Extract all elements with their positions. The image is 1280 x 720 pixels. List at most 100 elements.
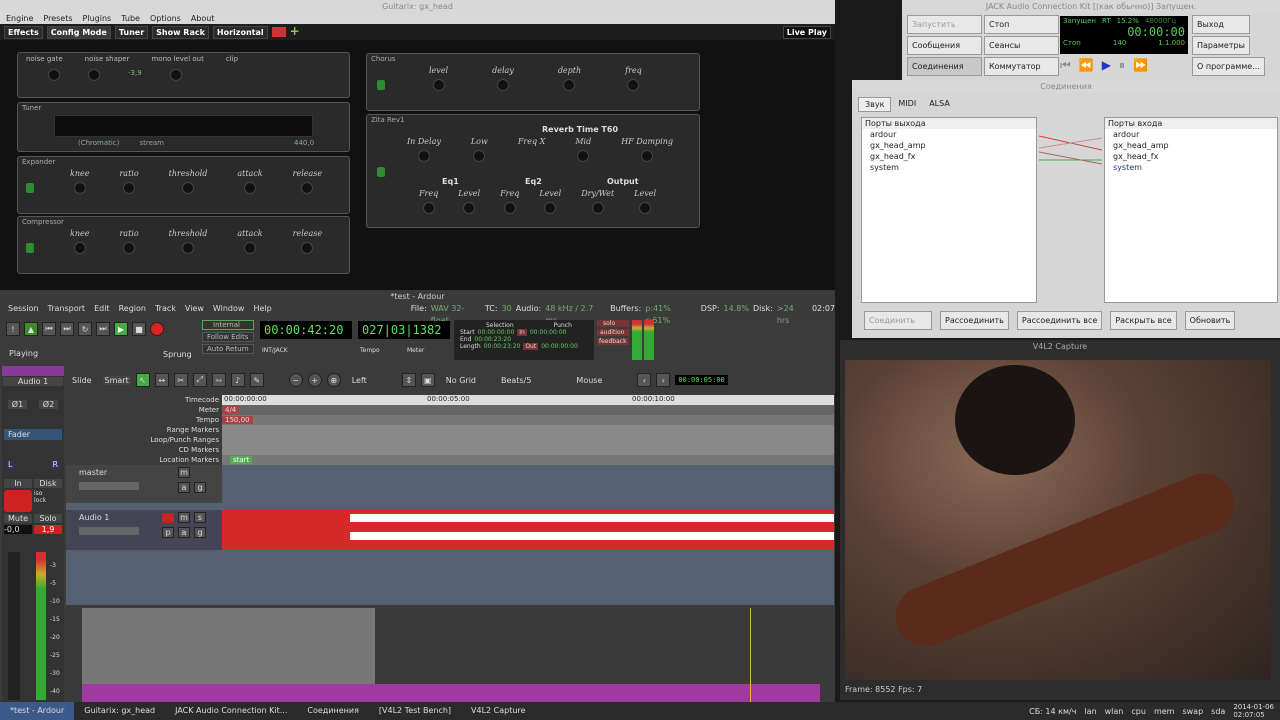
- audio1-playlist-icon[interactable]: p: [162, 527, 174, 538]
- timecode-ruler[interactable]: 00:00:00:00 00:00:05:00 00:00:10:00: [222, 395, 834, 405]
- in-port-ardour[interactable]: ardour: [1105, 129, 1277, 140]
- jack-forward-icon[interactable]: ⏩: [1133, 58, 1148, 73]
- loop-icon[interactable]: ↻: [78, 322, 92, 336]
- master-track-header[interactable]: master m a g: [66, 465, 222, 503]
- live-play-button[interactable]: Live Play: [782, 25, 831, 39]
- exp-knee-knob[interactable]: [73, 182, 86, 194]
- menu-options[interactable]: Options: [150, 13, 181, 24]
- task-ardour[interactable]: *test - Ardour: [0, 702, 75, 720]
- clip-knob[interactable]: [169, 69, 182, 81]
- eq2-freq-knob[interactable]: [503, 202, 516, 214]
- tab-alsa[interactable]: ALSA: [923, 97, 956, 112]
- edit-mode-select[interactable]: Slide: [66, 376, 98, 385]
- tab-audio[interactable]: Звук: [858, 97, 892, 112]
- stretch-tool-icon[interactable]: ⇿: [211, 373, 226, 387]
- phase1-button[interactable]: Ø1: [7, 400, 28, 409]
- menu-view[interactable]: View: [185, 303, 204, 315]
- menu-region[interactable]: Region: [119, 303, 146, 315]
- comp-ratio-knob[interactable]: [123, 242, 136, 254]
- monitor-disk-button[interactable]: Disk: [34, 479, 62, 488]
- comp-attack-knob[interactable]: [243, 242, 256, 254]
- horizontal-button[interactable]: Horizontal: [212, 25, 268, 39]
- internal-button[interactable]: Internal: [202, 320, 254, 330]
- tuner-mode[interactable]: (Chromatic): [78, 139, 119, 147]
- effects-button[interactable]: Effects: [4, 25, 43, 39]
- eq1-level-knob[interactable]: [463, 202, 476, 214]
- play-icon[interactable]: ▶: [114, 322, 128, 336]
- iso-button[interactable]: iso: [34, 490, 46, 497]
- exp-attack-knob[interactable]: [243, 182, 256, 194]
- output-header[interactable]: Порты выхода: [862, 118, 1036, 129]
- task-jack[interactable]: JACK Audio Connection Kit...: [165, 702, 297, 720]
- gain-tool-icon[interactable]: ⤢: [192, 373, 207, 387]
- noise-gate-knob[interactable]: [48, 69, 60, 81]
- start-marker[interactable]: start: [230, 456, 253, 464]
- fader-processor[interactable]: Fader: [4, 429, 62, 440]
- goto-end-icon[interactable]: ⏭: [60, 322, 74, 336]
- secondary-clock[interactable]: 027|03|1382: [358, 321, 450, 339]
- solo-button[interactable]: solo: [597, 320, 629, 327]
- grid-type-select[interactable]: No Grid: [440, 376, 496, 385]
- strip-solo-button[interactable]: Solo: [34, 514, 62, 523]
- primary-clock[interactable]: 00:00:42:20: [260, 321, 352, 339]
- gain-entry[interactable]: -0,0: [4, 525, 32, 534]
- nudge-clock[interactable]: 00:00:05:00: [675, 375, 728, 385]
- input-header[interactable]: Порты входа: [1105, 118, 1277, 129]
- jack-stop-button[interactable]: Стоп: [984, 15, 1059, 34]
- strip-record-button[interactable]: [4, 490, 32, 512]
- menu-engine[interactable]: Engine: [6, 13, 33, 24]
- record-icon[interactable]: [150, 322, 164, 336]
- audio1-auto-icon[interactable]: a: [178, 527, 190, 538]
- audio1-track-header[interactable]: Audio 1 m s p a g: [66, 510, 222, 550]
- expand-tracks-icon[interactable]: ▣: [420, 373, 435, 387]
- alert-icon[interactable]: !: [6, 322, 20, 336]
- tray-clock[interactable]: 2014-01-06 02:07:05: [1233, 703, 1274, 719]
- audio-region[interactable]: [222, 510, 834, 550]
- menu-plugins[interactable]: Plugins: [83, 13, 112, 24]
- out-port-gx-amp[interactable]: gx_head_amp: [862, 140, 1036, 151]
- disconnect-all-button[interactable]: Рассоединить все: [1016, 311, 1103, 330]
- zoom-focus-select[interactable]: Left: [346, 376, 397, 385]
- menu-edit[interactable]: Edit: [94, 303, 110, 315]
- out-port-system[interactable]: system: [862, 162, 1036, 173]
- in-delay-knob[interactable]: [417, 150, 430, 162]
- drywet-knob[interactable]: [591, 202, 604, 214]
- range-tool-icon[interactable]: ↔: [154, 373, 169, 387]
- master-group-icon[interactable]: g: [194, 482, 206, 493]
- grab-tool-icon[interactable]: ↖: [135, 373, 150, 387]
- add-icon[interactable]: +: [290, 25, 302, 38]
- menu-tube[interactable]: Tube: [121, 13, 140, 24]
- chorus-freq-knob[interactable]: [627, 79, 640, 91]
- follow-edits-button[interactable]: Follow Edits: [202, 332, 254, 342]
- jack-setup-button[interactable]: Параметры: [1192, 36, 1250, 55]
- nudge-forward-icon[interactable]: ›: [656, 373, 671, 387]
- zoom-out-icon[interactable]: −: [288, 373, 303, 387]
- task-guitarix[interactable]: Guitarix: gx_head: [74, 702, 165, 720]
- config-mode-button[interactable]: Config Mode: [46, 25, 111, 39]
- task-v4l2-bench[interactable]: [V4L2 Test Bench]: [369, 702, 461, 720]
- tempo-marker[interactable]: 150,00: [222, 416, 253, 424]
- punch-out-button[interactable]: Out: [523, 343, 539, 350]
- audio1-solo-icon[interactable]: s: [194, 512, 206, 523]
- lock-button[interactable]: lock: [34, 497, 46, 504]
- master-mute-icon[interactable]: m: [178, 467, 190, 478]
- meter-marker[interactable]: 4/4: [222, 406, 240, 414]
- jack-about-button[interactable]: О программе...: [1192, 57, 1265, 76]
- menu-session[interactable]: Session: [8, 303, 39, 315]
- eq2-level-knob[interactable]: [544, 202, 557, 214]
- task-v4l2-capture[interactable]: V4L2 Capture: [461, 702, 535, 720]
- goto-start-icon[interactable]: ⏮: [42, 322, 56, 336]
- disconnect-button[interactable]: Рассоединить: [940, 311, 1009, 330]
- strip-name[interactable]: Audio 1: [3, 377, 63, 386]
- zita-led[interactable]: [377, 167, 385, 177]
- jack-messages-button[interactable]: Сообщения: [907, 36, 982, 55]
- exp-release-knob[interactable]: [301, 182, 314, 194]
- menu-transport[interactable]: Transport: [48, 303, 86, 315]
- comp-release-knob[interactable]: [301, 242, 314, 254]
- mid-knob[interactable]: [577, 150, 590, 162]
- chorus-level-knob[interactable]: [432, 79, 445, 91]
- midi-panic-icon[interactable]: ▲: [24, 322, 38, 336]
- weather[interactable]: СБ: 14 км/ч: [1029, 707, 1076, 716]
- zoom-session-icon[interactable]: ⊕: [326, 373, 341, 387]
- show-rack-button[interactable]: Show Rack: [152, 25, 209, 39]
